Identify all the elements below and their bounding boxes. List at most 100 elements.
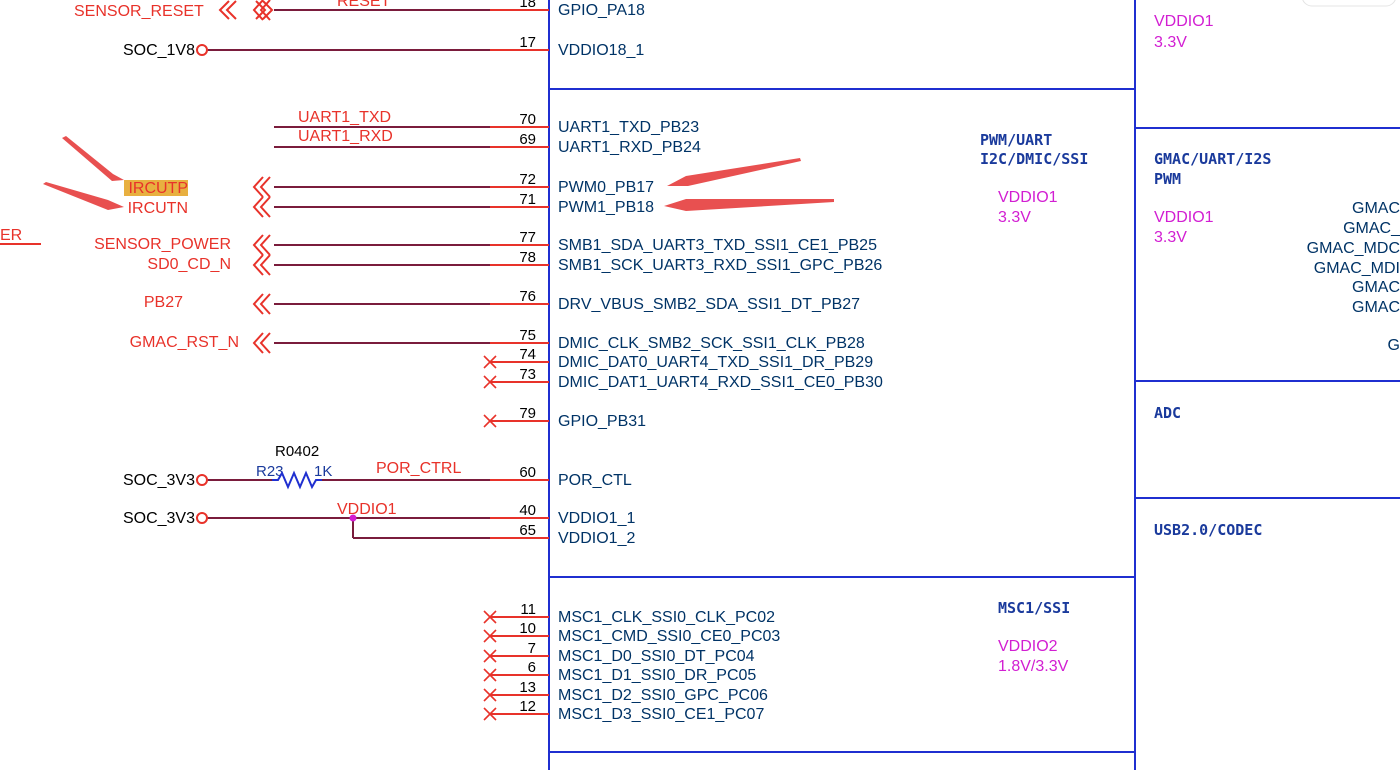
port-chevron xyxy=(259,196,271,218)
pin-name: UART1_RXD_PB24 xyxy=(558,139,701,156)
net-label: UART1_TXD xyxy=(298,109,391,126)
pin-name: SMB1_SCK_UART3_RXD_SSI1_GPC_PB26 xyxy=(558,257,882,274)
vdd-msc-voltage: 1.8V/3.3V xyxy=(998,658,1069,675)
gmac-pin-name: GMAC_MDI xyxy=(1314,260,1400,277)
pin-row: VDDIO1_1 40 SOC_3V3 VDDIO1 xyxy=(123,501,636,527)
pin-number: 76 xyxy=(519,288,536,305)
external-net-label: GMAC_RST_N xyxy=(130,334,239,351)
pin-number: 7 xyxy=(528,640,536,657)
gmac-pin-list: GMAC GMAC_ GMAC_MDC GMAC_MDI GMAC GMAC G xyxy=(1307,200,1400,354)
net-label: POR_CTRL xyxy=(376,460,461,477)
pin-name: PWM1_PB18 xyxy=(558,199,654,216)
arrow-ircutn xyxy=(43,182,124,210)
section-title-pwm-line1: PWM/UART xyxy=(980,131,1052,149)
arrow-ircutp xyxy=(62,136,124,181)
pin-rows: GPIO_PA1818SENSOR_RESETRESETVDDIO18_117S… xyxy=(74,0,883,723)
pin-name: DMIC_CLK_SMB2_SCK_SSI1_CLK_PB28 xyxy=(558,335,865,352)
pin-number: 79 xyxy=(519,405,536,422)
gmac-pin-name: GMAC xyxy=(1352,279,1400,296)
pin-name: MSC1_D3_SSI0_CE1_PC07 xyxy=(558,706,764,723)
vdd-pwm-rail: VDDIO1 xyxy=(998,189,1058,206)
pin-number: 72 xyxy=(519,171,536,188)
external-net-label: PB27 xyxy=(144,294,183,311)
power-port xyxy=(196,512,208,524)
pin-row: VDDIO18_1 17 SOC_1V8 xyxy=(123,34,644,59)
power-port xyxy=(196,44,208,56)
external-net-label: IRCUTN xyxy=(128,200,188,217)
pin-number: 40 xyxy=(519,502,536,519)
partial-net-label: ER xyxy=(0,227,22,244)
section-title-gmac-line2: PWM xyxy=(1154,170,1181,188)
pin-number: 65 xyxy=(519,522,536,539)
junction-dot xyxy=(349,514,357,522)
pin-name: MSC1_CLK_SSI0_CLK_PC02 xyxy=(558,609,775,626)
external-net-label: SENSOR_POWER xyxy=(94,236,231,253)
external-net-label: SD0_CD_N xyxy=(147,256,231,273)
pin-name: DMIC_DAT0_UART4_TXD_SSI1_DR_PB29 xyxy=(558,354,873,371)
section-title-usb: USB2.0/CODEC xyxy=(1154,521,1262,539)
vdd-top-voltage: 3.3V xyxy=(1154,34,1187,51)
port-chevron xyxy=(259,293,271,315)
vdd-msc-rail: VDDIO2 xyxy=(998,638,1058,655)
pin-number: 11 xyxy=(520,601,536,618)
schematic-canvas: PWM/UART I2C/DMIC/SSI VDDIO1 3.3V MSC1/S… xyxy=(0,0,1400,770)
pin-name: GPIO_PA18 xyxy=(558,2,645,19)
external-net-label: SENSOR_RESET xyxy=(74,3,204,20)
pin-row: GPIO_PB31 79 xyxy=(483,405,646,430)
net-label: RESET xyxy=(337,0,391,10)
pin-number: 75 xyxy=(519,327,536,344)
gmac-pin-name: GMAC_MDC xyxy=(1307,240,1400,257)
pin-name: DRV_VBUS_SMB2_SDA_SSI1_DT_PB27 xyxy=(558,296,860,313)
pin-name: MSC1_D0_SSI0_DT_PC04 xyxy=(558,648,755,665)
pin-row: DRV_VBUS_SMB2_SDA_SSI1_DT_PB27 76 PB27 xyxy=(144,288,860,315)
pin-row: SMB1_SDA_UART3_TXD_SSI1_CE1_PB25 77 SENSOR… xyxy=(94,229,877,256)
pin-number: 73 xyxy=(519,366,536,383)
net-label: VDDIO1 xyxy=(337,501,397,518)
vdd-gmac-rail: VDDIO1 xyxy=(1154,209,1214,226)
gmac-pin-name: GMAC xyxy=(1352,299,1400,316)
port-chevron xyxy=(259,254,271,276)
arrow-pwm1 xyxy=(664,199,834,211)
pin-name: VDDIO1_2 xyxy=(558,530,635,547)
external-net-label: SOC_3V3 xyxy=(123,472,195,489)
pin-number: 17 xyxy=(519,34,536,51)
port-chevron xyxy=(225,0,237,20)
port-chevron xyxy=(259,176,271,198)
gmac-pin-name: G xyxy=(1388,337,1400,354)
pin-number: 77 xyxy=(519,229,536,246)
power-port xyxy=(196,474,208,486)
pin-row: GPIO_PA1818SENSOR_RESETRESET xyxy=(74,0,645,21)
pin-name: DMIC_DAT1_UART4_RXD_SSI1_CE0_PB30 xyxy=(558,374,883,391)
pin-row: PWM0_PB17 72 IRCUTP xyxy=(124,171,654,198)
section-title-pwm-line2: I2C/DMIC/SSI xyxy=(980,150,1088,168)
resistor-value: 1K xyxy=(314,463,332,480)
pin-name: GPIO_PB31 xyxy=(558,413,646,430)
pin-name: VDDIO18_1 xyxy=(558,42,644,59)
pin-row: POR_CTL 60 SOC_3V3 POR_CTRL xyxy=(123,460,632,489)
toolbar-tab[interactable] xyxy=(1302,0,1396,7)
external-net-label: IRCUTP xyxy=(128,180,188,197)
pin-name: MSC1_CMD_SSI0_CE0_PC03 xyxy=(558,628,780,645)
section-title-gmac-line1: GMAC/UART/I2S xyxy=(1154,150,1271,168)
pin-number: 6 xyxy=(528,659,536,676)
pin-number: 10 xyxy=(519,620,536,637)
section-title-adc: ADC xyxy=(1154,404,1181,422)
pin-number: 12 xyxy=(519,698,536,715)
gmac-pin-name: GMAC xyxy=(1352,200,1400,217)
vdd-pwm-voltage: 3.3V xyxy=(998,209,1031,226)
port-chevron xyxy=(259,332,271,354)
resistor-footprint: R0402 xyxy=(275,443,319,460)
pin-number: 13 xyxy=(519,679,536,696)
vdd-top-rail: VDDIO1 xyxy=(1154,13,1214,30)
pin-name: UART1_TXD_PB23 xyxy=(558,119,699,136)
port-chevron xyxy=(259,234,271,256)
gmac-pin-name: GMAC_ xyxy=(1343,220,1400,237)
vdd-gmac-voltage: 3.3V xyxy=(1154,229,1187,246)
pin-name: SMB1_SDA_UART3_TXD_SSI1_CE1_PB25 xyxy=(558,237,877,254)
pin-name: MSC1_D2_SSI0_GPC_PC06 xyxy=(558,687,768,704)
pin-name: VDDIO1_1 xyxy=(558,510,635,527)
pin-number: 78 xyxy=(519,249,536,266)
pin-number: 69 xyxy=(519,131,536,148)
external-net-label: SOC_3V3 xyxy=(123,510,195,527)
pin-number: 71 xyxy=(519,191,536,208)
